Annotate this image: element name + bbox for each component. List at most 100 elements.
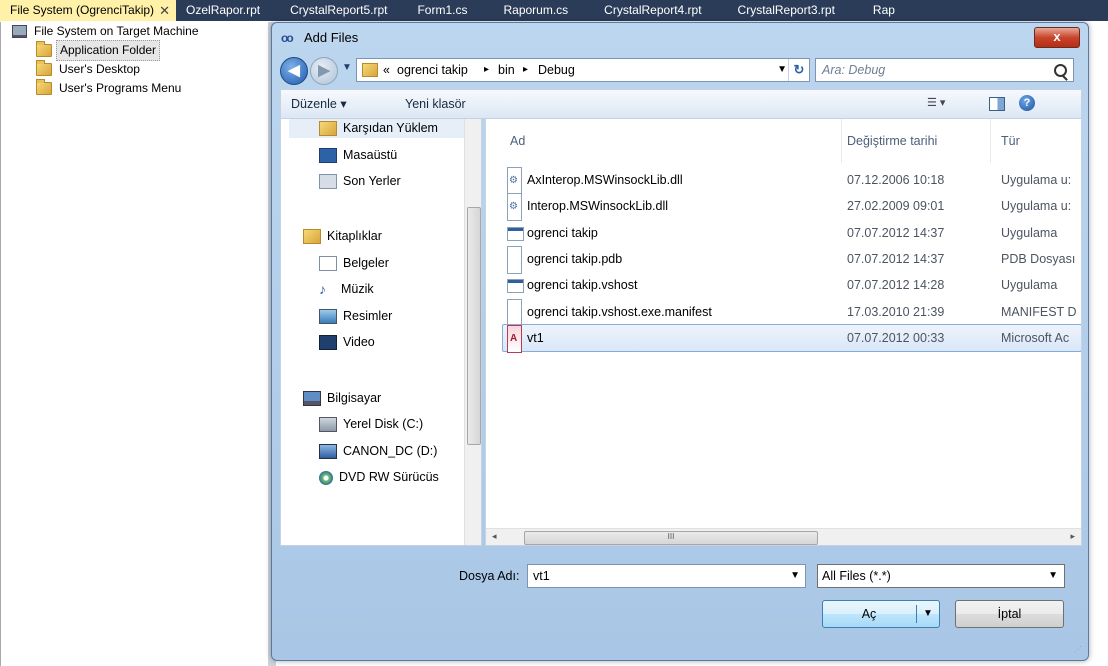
search-input[interactable]: Ara: Debug (815, 58, 1074, 82)
address-bar[interactable]: « ogrenci takip ▸ bin ▸ Debug ▼ ↻ (356, 58, 810, 82)
nav-pane-scroll-thumb[interactable] (467, 207, 481, 445)
back-button[interactable]: ◀ (280, 57, 308, 85)
column-divider[interactable] (841, 119, 842, 163)
column-header-date[interactable]: Değiştirme tarihi (847, 132, 937, 150)
recent-places-icon (319, 174, 337, 190)
open-button[interactable]: Aç ▼ (822, 600, 940, 628)
column-divider[interactable] (990, 119, 991, 163)
file-name: Interop.MSWinsockLib.dll (527, 199, 669, 213)
horizontal-scroll-thumb[interactable]: III (524, 531, 818, 545)
file-name-value: vt1 (533, 569, 550, 583)
tab-form1[interactable]: Form1.cs (405, 0, 493, 21)
tab-crystalreport5[interactable]: CrystalReport5.rpt (270, 0, 405, 21)
nav-item-video[interactable]: Video (319, 332, 375, 352)
file-row[interactable]: ogrenci takip.pdb 07.07.2012 14:37 PDB D… (503, 246, 1081, 274)
nav-item-label: Son Yerler (343, 174, 401, 188)
forward-button[interactable]: ▶ (310, 57, 338, 85)
nav-item-dvd-drive[interactable]: DVD RW Sürücüs (319, 467, 439, 487)
recent-pages-dropdown[interactable]: ▼ (342, 63, 352, 73)
tab-crystalreport4[interactable]: CrystalReport4.rpt (594, 0, 727, 21)
organize-button[interactable]: Düzenle ▾ (291, 90, 347, 118)
resize-grip-icon[interactable]: ⋰ (1074, 646, 1084, 656)
nav-item-canon-dc[interactable]: CANON_DC (D:) (319, 441, 437, 461)
desktop-icon (319, 148, 337, 164)
tab-rap[interactable]: Rap (863, 0, 905, 21)
nav-item-label: Masaüstü (343, 148, 398, 162)
nav-item-music[interactable]: ♪ Müzik (319, 279, 374, 299)
nav-item-documents[interactable]: Belgeler (319, 253, 389, 273)
file-name-dropdown-icon[interactable]: ▼ (790, 565, 800, 587)
navigation-bar: ◀ ▶ ▼ « ogrenci takip ▸ bin ▸ Debug ▼ ↻ … (280, 55, 1080, 85)
file-type: Uygulama (1001, 226, 1058, 240)
file-date: 17.03.2010 21:39 (847, 305, 945, 319)
file-list-horizontal-scrollbar[interactable]: ◂ III ▸ (486, 528, 1081, 545)
folder-icon (36, 41, 52, 57)
tab-file-system[interactable]: File System (OgrenciTakip) ✕ (0, 0, 177, 21)
nav-item-desktop[interactable]: Masaüstü (319, 145, 397, 165)
tree-item-label: User's Programs Menu (59, 81, 182, 95)
breadcrumb-ogrenci-takip[interactable]: ogrenci takip (397, 59, 468, 81)
nav-item-label: CANON_DC (D:) (343, 444, 438, 458)
breadcrumb-bin[interactable]: bin (498, 59, 515, 81)
tree-item-application-folder[interactable]: Application Folder (6, 40, 264, 61)
video-icon (319, 335, 337, 351)
tree-root[interactable]: File System on Target Machine (6, 22, 264, 41)
close-button[interactable]: x (1034, 27, 1080, 48)
file-type-value: All Files (*.*) (822, 569, 891, 583)
document-tab-strip: File System (OgrenciTakip) ✕ OzelRapor.r… (0, 0, 1108, 21)
application-icon (507, 279, 524, 293)
scroll-left-icon[interactable]: ◂ (492, 531, 497, 542)
music-icon: ♪ (319, 281, 326, 298)
nav-item-pictures[interactable]: Resimler (319, 306, 392, 326)
breadcrumb-debug[interactable]: Debug (538, 59, 575, 81)
nav-item-label: Video (343, 335, 375, 349)
file-row[interactable]: ogrenci takip 07.07.2012 14:37 Uygulama (503, 220, 1081, 246)
nav-item-label: Bilgisayar (327, 391, 382, 405)
file-type-dropdown-icon[interactable]: ▼ (1048, 565, 1058, 587)
scroll-right-icon[interactable]: ▸ (1070, 531, 1075, 542)
nav-item-computer[interactable]: Bilgisayar (303, 388, 381, 408)
preview-pane-icon[interactable] (989, 97, 1005, 111)
help-icon[interactable]: ? (1019, 95, 1035, 111)
tab-ozelrapor[interactable]: OzelRapor.rpt (176, 0, 270, 21)
tree-item-users-desktop[interactable]: User's Desktop (6, 60, 264, 79)
left-border (0, 22, 1, 666)
file-row[interactable]: AxInterop.MSWinsockLib.dll 07.12.2006 10… (503, 167, 1081, 195)
nav-item-label: Yerel Disk (C:) (343, 417, 424, 431)
address-dropdown-icon[interactable]: ▼ (777, 59, 787, 81)
nav-pane-scrollbar[interactable] (464, 119, 481, 545)
nav-item-libraries[interactable]: Kitaplıklar (303, 226, 382, 246)
breadcrumb-separator[interactable]: ▸ (484, 59, 489, 81)
file-name-input[interactable]: vt1 ▼ (527, 564, 806, 588)
file-type-select[interactable]: All Files (*.*) ▼ (817, 564, 1065, 588)
breadcrumb-overflow[interactable]: « (383, 59, 390, 81)
file-row[interactable]: ogrenci takip.vshost.exe.manifest 17.03.… (503, 299, 1081, 327)
nav-item-downloads[interactable]: Karşıdan Yüklem (289, 119, 481, 138)
file-row[interactable]: ogrenci takip.vshost 07.07.2012 14:28 Uy… (503, 272, 1081, 298)
breadcrumb-separator[interactable]: ▸ (523, 59, 528, 81)
tree-item-users-programs-menu[interactable]: User's Programs Menu (6, 79, 264, 98)
file-row[interactable]: Interop.MSWinsockLib.dll 27.02.2009 09:0… (503, 193, 1081, 221)
downloads-folder-icon (319, 121, 337, 137)
nav-item-recent-places[interactable]: Son Yerler (319, 171, 401, 191)
tree-item-label: Application Folder (56, 40, 161, 61)
column-header-type[interactable]: Tür (1001, 132, 1020, 150)
pictures-icon (319, 309, 337, 325)
new-folder-button[interactable]: Yeni klasör (405, 90, 466, 118)
cancel-button[interactable]: İptal (955, 600, 1064, 628)
tab-crystalreport3[interactable]: CrystalReport3.rpt (728, 0, 863, 21)
nav-item-label: Karşıdan Yüklem (343, 121, 438, 135)
file-row-selected[interactable]: vt1 07.07.2012 00:33 Microsoft Ac (502, 324, 1081, 353)
refresh-button[interactable]: ↻ (788, 59, 809, 81)
close-tab-icon[interactable]: ✕ (159, 0, 170, 21)
file-date: 07.07.2012 14:28 (847, 278, 945, 292)
nav-item-label: DVD RW Sürücüs (339, 470, 439, 484)
open-options-dropdown-icon[interactable]: ▼ (919, 601, 937, 627)
dialog-title-bar[interactable]: oo Add Files x (272, 23, 1088, 53)
nav-item-local-disk[interactable]: Yerel Disk (C:) (319, 414, 423, 434)
tab-raporum[interactable]: Raporum.cs (493, 0, 594, 21)
column-header-name[interactable]: Ad (510, 132, 525, 150)
views-button[interactable]: ☰ ▾ (927, 96, 961, 112)
dll-file-icon (507, 193, 522, 221)
search-icon[interactable] (1054, 64, 1067, 77)
